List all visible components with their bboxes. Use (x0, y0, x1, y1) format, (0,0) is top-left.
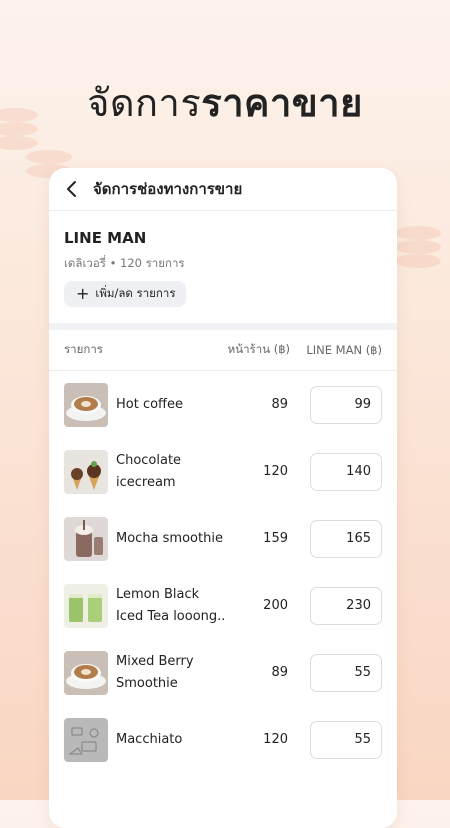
store-price: 200 (263, 598, 288, 613)
item-list: Hot coffee 89 99 Chocolate icecream 120 … (49, 371, 397, 773)
item-name: Lemon Black Iced Tea looong.. (116, 586, 226, 624)
chevron-left-icon[interactable] (65, 180, 79, 198)
column-header-store-price: หน้าร้าน (฿) (227, 342, 290, 356)
lineman-price-input[interactable]: 165 (310, 519, 382, 558)
lineman-price-input[interactable]: 140 (310, 452, 382, 491)
table-row: Macchiato 120 55 (49, 706, 397, 773)
item-name: Chocolate icecream (116, 452, 182, 490)
lineman-price-input[interactable]: 99 (310, 385, 382, 424)
add-remove-items-label: เพิ่ม/ลด รายการ (95, 286, 176, 300)
store-price: 120 (263, 732, 288, 747)
phone-card: จัดการช่องทางการขาย LINE MAN เดลิเวอรี่ … (49, 168, 397, 828)
table-row: Mixed Berry Smoothie 89 55 (49, 639, 397, 706)
table-row: Chocolate icecream 120 140 (49, 438, 397, 505)
store-price: 120 (263, 464, 288, 479)
lineman-price-input[interactable]: 55 (310, 720, 382, 759)
store-name: LINE MAN (64, 229, 147, 247)
store-meta: เดลิเวอรี่ • 120 รายการ (64, 256, 185, 270)
store-price: 89 (271, 397, 288, 412)
hero-title: จัดการราคาขาย (0, 72, 450, 133)
page-title: จัดการช่องทางการขาย (93, 180, 243, 198)
lineman-price-input[interactable]: 55 (310, 653, 382, 692)
section-divider (49, 323, 397, 330)
store-price: 89 (271, 665, 288, 680)
placeholder-image (64, 717, 108, 762)
table-row: Hot coffee 89 99 (49, 371, 397, 438)
plus-icon: + (76, 284, 90, 303)
top-bar: จัดการช่องทางการขาย (49, 168, 397, 211)
greentea-photo (64, 583, 108, 628)
column-header-item: รายการ (64, 342, 103, 356)
icecream-photo (64, 449, 108, 494)
item-name: Macchiato (116, 731, 183, 747)
item-name: Hot coffee (116, 396, 184, 412)
coffee-photo (64, 650, 108, 695)
item-name: Mocha smoothie (116, 530, 223, 546)
item-name: Mixed Berry Smoothie (116, 653, 194, 691)
table-row: Mocha smoothie 159 165 (49, 505, 397, 572)
smoothie-photo (64, 516, 108, 561)
lineman-price-input[interactable]: 230 (310, 586, 382, 625)
hero-title-regular: จัดการ (87, 81, 202, 125)
coffee-photo (64, 382, 108, 427)
store-section: LINE MAN เดลิเวอรี่ • 120 รายการ + เพิ่ม… (49, 211, 397, 323)
column-header-lineman-price: LINE MAN (฿) (306, 343, 382, 357)
store-price: 159 (263, 531, 288, 546)
add-remove-items-button[interactable]: + เพิ่ม/ลด รายการ (64, 281, 186, 307)
hero-title-bold: ราคาขาย (201, 81, 363, 125)
table-header: รายการ หน้าร้าน (฿) LINE MAN (฿) (49, 330, 397, 371)
table-row: Lemon Black Iced Tea looong.. 200 230 (49, 572, 397, 639)
